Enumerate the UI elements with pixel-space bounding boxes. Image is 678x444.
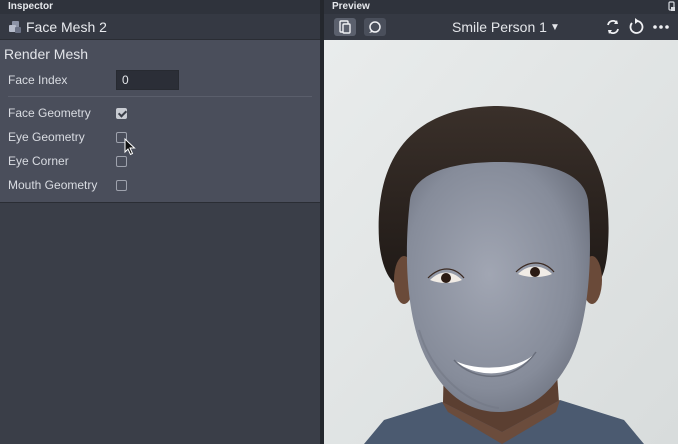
mouse-cursor-icon [124, 138, 136, 156]
swap-camera-icon[interactable] [604, 18, 622, 36]
face-index-row: Face Index 0 [0, 68, 320, 92]
option-label: Eye Geometry [8, 130, 85, 144]
mouth-geometry-checkbox[interactable] [116, 179, 127, 191]
render-mesh-section: Render Mesh Face Index 0 Face Geometry E… [0, 40, 320, 203]
preview-panel: Preview Smile Person 1 ▼ [324, 0, 678, 444]
face-mesh-icon [8, 20, 22, 34]
option-row-face-geometry: Face Geometry [0, 101, 320, 125]
more-icon[interactable] [652, 18, 670, 36]
preview-panel-label: Preview [324, 0, 678, 14]
section-title: Render Mesh [4, 46, 89, 62]
option-row-eye-corner: Eye Corner [0, 149, 320, 173]
option-label: Face Geometry [8, 106, 91, 120]
person-select-dropdown[interactable]: Smile Person 1 ▼ [452, 19, 560, 35]
speech-bubble-icon [369, 21, 381, 33]
face-preview-image [324, 40, 678, 444]
option-row-eye-geometry: Eye Geometry [0, 125, 320, 149]
inspector-panel: Inspector Face Mesh 2 Render Mesh Face I… [0, 0, 320, 444]
device-view-icon [339, 20, 351, 34]
face-index-input[interactable]: 0 [116, 70, 179, 90]
preview-toolbar: Smile Person 1 ▼ [324, 14, 678, 40]
option-label: Eye Corner [8, 154, 69, 168]
eye-corner-checkbox[interactable] [116, 155, 127, 167]
chevron-down-icon: ▼ [549, 22, 560, 33]
face-geometry-checkbox[interactable] [116, 107, 127, 119]
face-index-label: Face Index [8, 73, 68, 87]
person-select-value: Smile Person 1 [452, 19, 547, 35]
object-title-row: Face Mesh 2 [0, 14, 320, 40]
option-row-mouth-geometry: Mouth Geometry [0, 173, 320, 197]
inspector-panel-label: Inspector [0, 0, 320, 14]
window-icon[interactable] [668, 1, 676, 12]
object-title: Face Mesh 2 [26, 18, 107, 35]
comment-button[interactable] [364, 18, 386, 36]
section-divider [8, 96, 312, 97]
option-label: Mouth Geometry [8, 178, 98, 192]
device-view-button[interactable] [334, 18, 356, 36]
preview-viewport[interactable] [324, 40, 678, 444]
reset-icon[interactable] [627, 18, 645, 36]
